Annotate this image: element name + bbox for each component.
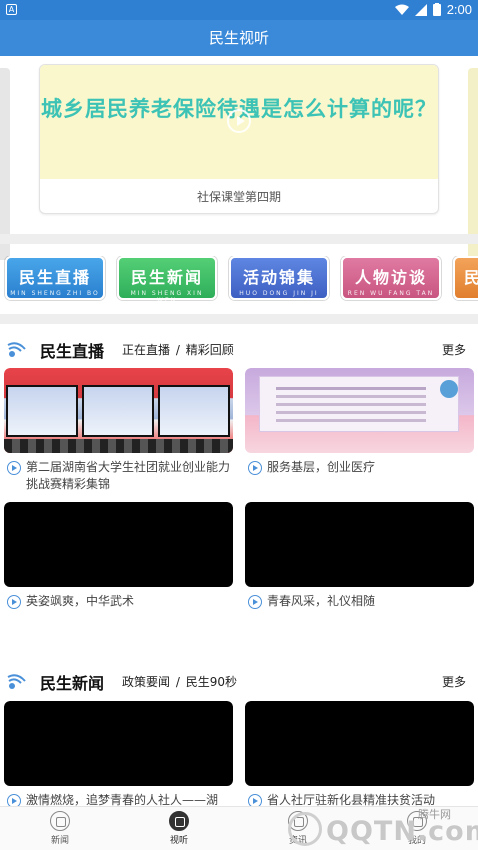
category-news-button[interactable]: 民生新闻 MIN SHENG XIN WEN [117,256,217,302]
banner-card[interactable]: 城乡居民养老保险待遇是怎么计算的呢？ 社保课堂第四期 [39,64,439,214]
category-label: 人物访谈 [354,268,427,287]
nav-news[interactable]: 新闻 [30,811,90,846]
banner-caption: 社保课堂第四期 [196,190,281,204]
category-label: 活动锦集 [242,268,315,287]
video-title: 英姿飒爽，中华武术 [4,587,233,610]
video-icon [169,811,189,831]
tab-live-now[interactable]: 正在直播 [122,343,170,357]
category-live-button[interactable]: 民生直播 MIN SHENG ZHI BO [5,256,105,300]
section-title: 民生直播 [40,342,105,361]
video-card[interactable]: 第二届湖南省大学生社团就业创业能力挑战赛精彩集锦 [4,368,233,493]
category-pinyin: MIN SHENG XIN WEN [130,290,204,302]
banner-image[interactable]: 城乡居民养老保险待遇是怎么计算的呢？ [40,65,438,179]
watermark: QQTN.com 腾牛网 [268,806,478,850]
video-card[interactable]: 激情燃烧，追梦青春的人社人——湖 [4,701,233,809]
battery-icon [432,3,441,16]
nav-label: 视听 [169,836,188,846]
video-card[interactable]: 青春风采，礼仪相随 [245,502,474,610]
broadcast-icon [7,342,26,357]
app-notification-icon: A [6,4,17,15]
video-thumbnail[interactable] [245,701,474,786]
tab-livelihood-90s[interactable]: 民生90秒 [186,675,237,689]
section-tabs: 正在直播 / 精彩回顾 [122,341,236,358]
category-bar: 民生直播 MIN SHENG ZHI BO 民生新闻 MIN SHENG XIN… [0,256,478,302]
section-tabs: 政策要闻 / 民生90秒 [122,673,239,690]
banner-next-peek[interactable] [468,68,478,260]
video-card[interactable]: 省人社厅驻新化县精准扶贫活动 [245,701,474,809]
watermark-small-text: 腾牛网 [418,808,451,821]
video-thumbnail[interactable] [245,502,474,587]
video-title: 第二届湖南省大学生社团就业创业能力挑战赛精彩集锦 [4,453,233,493]
video-thumbnail[interactable] [4,701,233,786]
news-icon [50,811,70,831]
play-icon [248,595,262,609]
video-thumbnail[interactable] [4,502,233,587]
section-divider [0,234,478,244]
watermark-logo-icon [288,812,322,846]
more-link[interactable]: 更多 [442,341,466,358]
live-section-header: 民生直播 正在直播 / 精彩回顾 更多 [0,334,478,366]
section-divider [0,314,478,324]
category-more-button[interactable]: 民 [453,256,478,300]
category-interview-button[interactable]: 人物访谈 REN WU FANG TAN [341,256,441,300]
wifi-icon [394,4,409,15]
broadcast-icon [7,674,26,689]
video-thumbnail[interactable] [245,368,474,453]
banner-carousel[interactable]: 城乡居民养老保险待遇是怎么计算的呢？ 社保课堂第四期 [0,56,478,260]
category-pinyin: MIN SHENG ZHI BO [10,290,100,297]
play-icon [7,461,21,475]
status-time: 2:00 [446,2,472,17]
tab-policy-news[interactable]: 政策要闻 [122,675,170,689]
tab-separator: / [175,343,180,357]
banner-prev-peek[interactable] [0,68,10,260]
video-thumbnail[interactable] [4,368,233,453]
tab-highlights[interactable]: 精彩回顾 [186,343,234,357]
page-title: 民生视听 [0,20,478,56]
category-label: 民 [463,268,478,287]
category-label: 民生新闻 [130,268,203,287]
category-events-button[interactable]: 活动锦集 HUO DONG JIN JI [229,256,329,300]
news-section-header: 民生新闻 政策要闻 / 民生90秒 更多 [0,666,478,698]
play-icon [248,461,262,475]
more-link[interactable]: 更多 [442,673,466,690]
nav-video[interactable]: 视听 [149,811,209,846]
video-card[interactable]: 英姿飒爽，中华武术 [4,502,233,610]
play-icon [7,595,21,609]
video-title: 青春风采，礼仪相随 [245,587,474,610]
signal-icon [414,3,427,16]
nav-label: 新闻 [50,836,69,846]
watermark-text: QQTN.com [326,816,478,847]
status-bar: A 2:00 [0,0,478,20]
video-title: 服务基层，创业医疗 [245,453,474,476]
tab-separator: / [175,675,180,689]
video-card[interactable]: 服务基层，创业医疗 [245,368,474,476]
category-label: 民生直播 [18,268,91,287]
play-icon[interactable] [227,109,251,133]
category-pinyin: HUO DONG JIN JI [239,290,319,297]
section-title: 民生新闻 [40,674,105,693]
category-pinyin: REN WU FANG TAN [347,290,435,297]
